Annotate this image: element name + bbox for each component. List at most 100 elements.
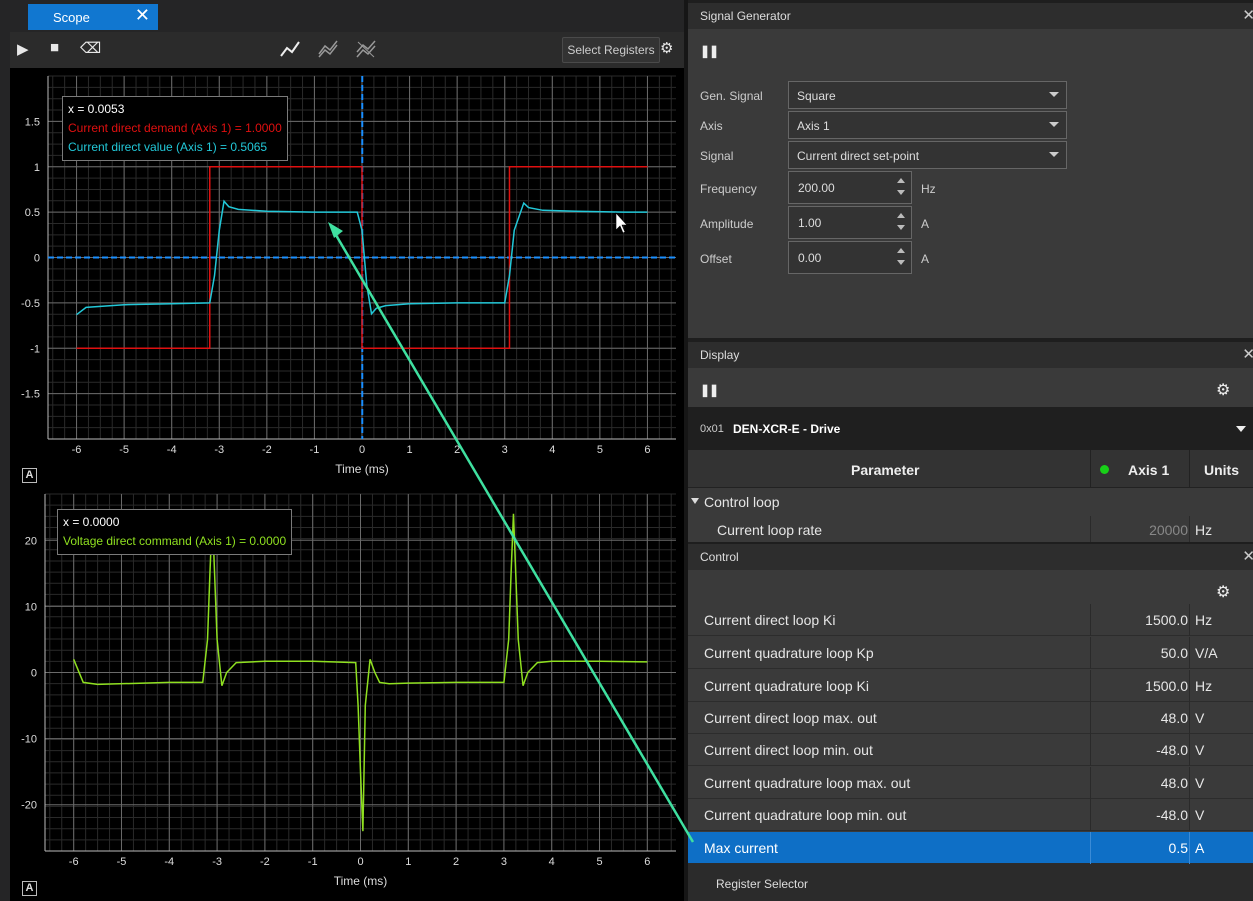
- row-value[interactable]: 0.5: [1169, 840, 1188, 856]
- gen-signal-select[interactable]: Square: [788, 81, 1067, 109]
- table-row[interactable]: Current quadrature loop max. out 48.0 V: [688, 767, 1253, 799]
- row-value[interactable]: 48.0: [1161, 710, 1188, 726]
- column-divider: [1090, 832, 1091, 864]
- spin-down-icon[interactable]: [897, 260, 905, 265]
- row-value[interactable]: 1500.0: [1145, 678, 1188, 694]
- y-tick-label: -1.5: [21, 389, 40, 401]
- bottom-tooltip-series1: Voltage direct command (Axis 1) = 0.0000: [63, 534, 287, 548]
- column-divider: [1090, 450, 1091, 488]
- autoscale-icon[interactable]: A: [22, 468, 37, 483]
- column-divider: [1189, 516, 1190, 542]
- close-icon[interactable]: ✕: [1242, 345, 1253, 363]
- row-value[interactable]: -48.0: [1156, 807, 1188, 823]
- axis-select[interactable]: Axis 1: [788, 111, 1067, 139]
- column-divider: [1189, 799, 1190, 831]
- table-row[interactable]: Current direct loop max. out 48.0 V: [688, 702, 1253, 734]
- top-tooltip-series1: Current direct demand (Axis 1) = 1.0000: [68, 121, 282, 135]
- close-icon[interactable]: ✕: [135, 5, 150, 26]
- column-divider: [1090, 799, 1091, 831]
- x-tick-label: -6: [72, 444, 82, 456]
- spin-up-icon[interactable]: [897, 213, 905, 218]
- table-row[interactable]: Current loop rate 20000 Hz: [688, 516, 1253, 542]
- amplitude-input[interactable]: 1.00: [788, 206, 912, 239]
- spin-down-icon[interactable]: [897, 190, 905, 195]
- amplitude-unit: A: [921, 217, 930, 231]
- play-icon[interactable]: ▶: [17, 40, 29, 58]
- x-tick-label: 6: [644, 444, 650, 456]
- y-tick-label: 1.5: [25, 116, 40, 128]
- x-tick-label: 5: [596, 856, 602, 868]
- tab-scope[interactable]: Scope ✕: [28, 4, 158, 30]
- table-row[interactable]: Current direct loop min. out -48.0 V: [688, 734, 1253, 766]
- table-row[interactable]: Current quadrature loop Kp 50.0 V/A: [688, 637, 1253, 669]
- column-divider: [1090, 516, 1091, 542]
- group-row-control-loop[interactable]: Control loop: [688, 489, 1253, 515]
- y-tick-label: 20: [25, 535, 37, 547]
- line-mode-icon[interactable]: [280, 40, 300, 58]
- signal-generator-panel: Signal Generator ✕ ❚❚ Gen. Signal Square…: [688, 3, 1253, 338]
- x-tick-label: -3: [214, 444, 224, 456]
- row-value[interactable]: -48.0: [1156, 742, 1188, 758]
- spin-up-icon[interactable]: [897, 178, 905, 183]
- row-value[interactable]: 1500.0: [1145, 612, 1188, 628]
- line-mode-2-icon[interactable]: [318, 40, 338, 58]
- row-unit: V: [1195, 710, 1205, 726]
- row-unit: V: [1195, 742, 1205, 758]
- gear-icon[interactable]: ⚙: [660, 39, 673, 57]
- chevron-down-icon: [1236, 426, 1246, 432]
- table-row[interactable]: Current quadrature loop Ki 1500.0 Hz: [688, 670, 1253, 702]
- stop-icon[interactable]: ■: [50, 39, 59, 56]
- frequency-input[interactable]: 200.00: [788, 171, 912, 204]
- gear-icon[interactable]: ⚙: [1216, 380, 1230, 400]
- x-tick-label: 0: [359, 444, 365, 456]
- x-tick-label: -2: [260, 856, 270, 868]
- close-icon[interactable]: ✕: [1242, 547, 1253, 565]
- row-unit: A: [1195, 840, 1205, 856]
- top-tooltip-x: x = 0.0053: [68, 102, 125, 116]
- chevron-down-icon: [691, 498, 699, 504]
- signal-value: Current direct set-point: [797, 149, 920, 163]
- y-tick-label: -1: [30, 343, 40, 355]
- pause-icon[interactable]: ❚❚: [700, 383, 719, 397]
- column-divider: [1090, 637, 1091, 669]
- table-row[interactable]: Current quadrature loop min. out -48.0 V: [688, 799, 1253, 831]
- spin-down-icon[interactable]: [897, 225, 905, 230]
- autoscale-icon[interactable]: A: [22, 881, 37, 896]
- signal-select[interactable]: Current direct set-point: [788, 141, 1067, 169]
- x-tick-label: -6: [69, 856, 79, 868]
- column-divider: [1189, 670, 1190, 702]
- x-tick-label: -1: [308, 856, 318, 868]
- x-tick-label: 0: [357, 856, 363, 868]
- offset-input[interactable]: 0.00: [788, 241, 912, 274]
- frequency-unit: Hz: [921, 182, 936, 196]
- pause-icon[interactable]: ❚❚: [700, 44, 719, 58]
- y-tick-label: 10: [25, 601, 37, 613]
- row-value[interactable]: 48.0: [1161, 775, 1188, 791]
- y-tick-label: -20: [21, 800, 37, 812]
- amplitude-value: 1.00: [798, 216, 822, 230]
- table-row-selected[interactable]: Max current 0.5 A: [688, 832, 1253, 864]
- line-mode-3-icon[interactable]: [356, 40, 376, 58]
- chevron-down-icon: [1049, 92, 1059, 97]
- column-divider: [1090, 767, 1091, 799]
- row-unit: V: [1195, 807, 1205, 823]
- register-selector-label: Register Selector: [716, 877, 809, 891]
- row-value[interactable]: 50.0: [1161, 645, 1188, 661]
- top-plot-tooltip: x = 0.0053 Current direct demand (Axis 1…: [62, 96, 288, 161]
- table-row[interactable]: Current direct loop Ki 1500.0 Hz: [688, 604, 1253, 636]
- register-selector-bar[interactable]: Register Selector: [688, 864, 1253, 901]
- spin-up-icon[interactable]: [897, 248, 905, 253]
- offset-label: Offset: [700, 252, 732, 266]
- select-registers-button[interactable]: Select Registers: [562, 37, 660, 63]
- group-label: Control loop: [704, 494, 780, 510]
- gear-icon[interactable]: ⚙: [1216, 582, 1230, 602]
- eraser-icon[interactable]: ⌫: [80, 39, 101, 57]
- panel-title: Control: [700, 550, 739, 564]
- close-icon[interactable]: ✕: [1242, 6, 1253, 24]
- header-parameter: Parameter: [851, 462, 920, 478]
- column-divider: [1189, 767, 1190, 799]
- column-divider: [1189, 832, 1190, 864]
- device-selector[interactable]: 0x01 DEN-XCR-E - Drive: [688, 407, 1253, 450]
- row-value: 20000: [1149, 522, 1188, 538]
- column-divider: [1189, 702, 1190, 734]
